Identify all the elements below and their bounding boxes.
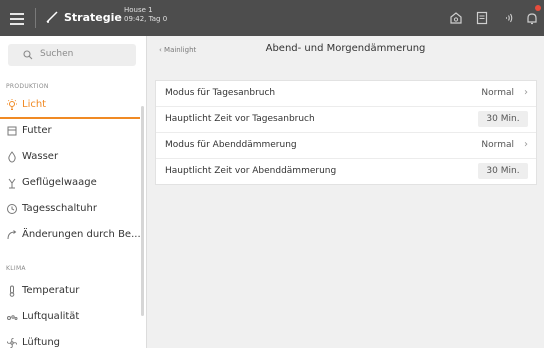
sidebar-item-futter[interactable]: Futter — [0, 119, 140, 143]
sidebar-item-lueftung[interactable]: Lüftung — [0, 331, 140, 348]
water-drop-icon — [8, 151, 16, 163]
notification-badge — [535, 5, 541, 11]
top-bar: Strategie House 1 09:42, Tag 0 — [0, 0, 544, 36]
sidebar-item-label: Luftqualität — [22, 311, 80, 322]
house-time: 09:42, Tag 0 — [124, 15, 168, 23]
page-title: Abend- und Morgendämmerung — [265, 43, 426, 54]
settings-row: Hauptlicht Zeit vor Tagesanbruch 30 Min. — [156, 107, 536, 133]
signal-icon[interactable] — [500, 10, 516, 26]
sidebar-item-label: Licht — [22, 99, 47, 110]
sidebar-item-label: Geflügelwaage — [22, 177, 97, 188]
fan-icon — [6, 337, 18, 348]
sidebar-item-aenderungen[interactable]: Änderungen durch Be... — [0, 223, 141, 247]
thermometer-icon — [9, 285, 15, 297]
section-climate: KLIMA — [6, 265, 26, 272]
row-label: Modus für Abenddämmerung — [165, 140, 297, 150]
strategy-icon — [46, 11, 58, 23]
row-label: Hauptlicht Zeit vor Abenddämmerung — [165, 166, 337, 176]
row-label: Modus für Tagesanbruch — [165, 88, 276, 98]
settings-card: Modus für Tagesanbruch Normal › Hauptlic… — [155, 80, 537, 185]
scale-icon — [8, 178, 16, 189]
settings-row[interactable]: Modus für Abenddämmerung Normal › — [156, 133, 536, 159]
section-production: PRODUKTION — [6, 83, 49, 90]
search-icon — [23, 50, 33, 60]
home-icon[interactable] — [448, 10, 464, 26]
search-box[interactable]: Suchen — [8, 44, 136, 66]
house-info[interactable]: House 1 09:42, Tag 0 — [124, 6, 167, 24]
sidebar-item-label: Änderungen durch Be... — [22, 229, 141, 240]
settings-row: Hauptlicht Zeit vor Abenddämmerung 30 Mi… — [156, 159, 536, 184]
sidebar-scrollbar[interactable] — [141, 106, 144, 316]
feed-icon — [7, 126, 17, 136]
air-quality-icon — [7, 315, 18, 320]
sidebar: Suchen PRODUKTION Licht Futter Wasser Ge… — [0, 36, 147, 348]
document-icon[interactable] — [474, 10, 490, 26]
changes-icon — [7, 230, 17, 240]
lightbulb-icon — [7, 99, 17, 110]
row-value: Normal — [481, 140, 514, 150]
sidebar-item-wasser[interactable]: Wasser — [0, 145, 140, 169]
sidebar-item-label: Tagesschaltuhr — [22, 203, 97, 214]
sidebar-item-label: Futter — [22, 125, 52, 136]
menu-icon[interactable] — [10, 10, 24, 26]
sidebar-item-label: Wasser — [22, 151, 59, 162]
row-value: Normal — [481, 88, 514, 98]
settings-row[interactable]: Modus für Tagesanbruch Normal › — [156, 81, 536, 107]
sidebar-item-gefluegelwaage[interactable]: Geflügelwaage — [0, 171, 140, 195]
search-input[interactable]: Suchen — [40, 49, 73, 59]
clock-icon — [7, 204, 17, 214]
sidebar-item-luftqualitaet[interactable]: Luftqualität — [0, 305, 140, 329]
bell-icon[interactable] — [524, 10, 540, 26]
sidebar-item-tagesschaltuhr[interactable]: Tagesschaltuhr — [0, 197, 140, 221]
value-input[interactable]: 30 Min. — [478, 163, 528, 179]
chevron-right-icon: › — [524, 139, 528, 150]
chevron-right-icon: › — [524, 87, 528, 98]
sidebar-item-label: Temperatur — [22, 285, 80, 296]
main-header: ‹ Mainlight Abend- und Morgendämmerung — [147, 36, 544, 64]
row-label: Hauptlicht Zeit vor Tagesanbruch — [165, 114, 315, 124]
app-title: Strategie — [64, 11, 122, 24]
sidebar-item-licht[interactable]: Licht — [0, 93, 140, 119]
topbar-divider — [35, 8, 36, 28]
sidebar-item-label: Lüftung — [22, 337, 61, 348]
sidebar-item-temperatur[interactable]: Temperatur — [0, 279, 140, 303]
value-input[interactable]: 30 Min. — [478, 111, 528, 127]
house-name: House 1 — [124, 6, 153, 14]
